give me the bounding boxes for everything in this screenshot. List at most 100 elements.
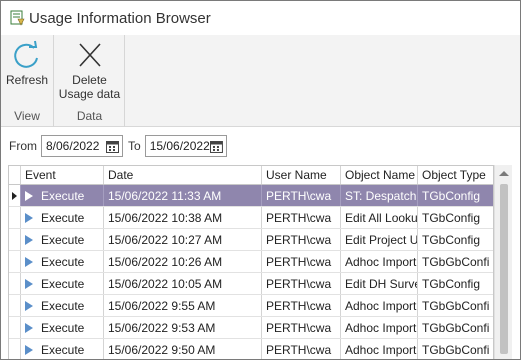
delete-label-line2: Usage data [58,87,121,101]
execute-icon [25,190,33,201]
date-filter-bar: From 8/06/2022 To 15/06/2022 [1,127,520,165]
user-name-cell: PERTH\cwa [262,317,341,338]
object-type-cell: TGbConfig [418,273,493,294]
date-cell: 15/06/2022 10:05 AM [104,273,262,294]
object-name-cell: Edit All Looku [341,207,418,228]
row-indicator [9,207,21,228]
row-indicator [9,295,21,316]
object-name-cell: Adhoc Import [341,339,418,359]
object-name-cell: ST: Despatch I [341,185,418,206]
execute-icon [25,256,33,267]
table-row[interactable]: Execute 15/06/2022 9:55 AM PERTH\cwa Adhoc … [9,295,493,317]
delete-label-line1: Delete [72,73,107,87]
event-cell: Execute [21,251,104,272]
object-name-cell: Edit Project Us [341,229,418,250]
user-name-cell: PERTH\cwa [262,251,341,272]
object-name-cell: Adhoc Import [341,317,418,338]
table-row[interactable]: Execute 15/06/2022 10:27 AM PERTH\cwa Edit … [9,229,493,251]
ribbon: Refresh View Delete Usage data Data [1,35,520,127]
refresh-icon [14,40,38,68]
grid-header: Event Date User Name Object Name Object … [9,166,493,185]
object-type-cell: TGbGbConfi [418,339,493,359]
event-text: Execute [41,210,85,225]
execute-icon [25,322,33,333]
event-cell: Execute [21,339,104,359]
table-row[interactable]: Execute 15/06/2022 9:50 AM PERTH\cwa Adhoc … [9,339,493,359]
date-cell: 15/06/2022 11:33 AM [104,185,262,206]
object-type-cell: TGbGbConfi [418,251,493,272]
user-name-cell: PERTH\cwa [262,229,341,250]
event-cell: Execute [21,229,104,250]
row-indicator [9,229,21,250]
date-cell: 15/06/2022 9:55 AM [104,295,262,316]
execute-icon [25,212,33,223]
object-name-cell: Adhoc Import [341,295,418,316]
row-indicator [9,339,21,359]
user-name-cell: PERTH\cwa [262,273,341,294]
event-cell: Execute [21,295,104,316]
row-indicator [9,317,21,338]
to-date-value: 15/06/2022 [149,139,210,153]
execute-icon [25,300,33,311]
calendar-icon[interactable] [209,140,223,153]
user-name-cell: PERTH\cwa [262,207,341,228]
date-cell: 15/06/2022 10:27 AM [104,229,262,250]
object-type-cell: TGbConfig [418,207,493,228]
table-row[interactable]: Execute 15/06/2022 10:38 AM PERTH\cwa Edit … [9,207,493,229]
calendar-icon[interactable] [106,140,119,153]
table-row[interactable]: Execute 15/06/2022 9:53 AM PERTH\cwa Adhoc … [9,317,493,339]
object-type-cell: TGbConfig [418,185,493,206]
event-text: Execute [41,320,85,335]
object-type-cell: TGbGbConfi [418,295,493,316]
ribbon-group-data: Delete Usage data Data [55,35,125,127]
row-indicator [9,273,21,294]
column-header-user-name[interactable]: User Name [262,166,341,184]
event-cell: Execute [21,273,104,294]
column-header-object-name[interactable]: Object Name [341,166,418,184]
table-row[interactable]: Execute 15/06/2022 10:26 AM PERTH\cwa Adhoc… [9,251,493,273]
execute-icon [25,344,33,355]
refresh-button[interactable]: Refresh [1,39,53,103]
ribbon-group-label-view: View [14,109,40,123]
event-text: Execute [41,254,85,269]
execute-icon [25,234,33,245]
object-type-cell: TGbGbConfi [418,317,493,338]
scroll-up-icon[interactable] [499,171,509,176]
scrollbar-thumb[interactable] [500,184,508,354]
to-date-picker[interactable]: 15/06/2022 [144,135,227,157]
ribbon-group-view: Refresh View [1,35,54,127]
event-cell: Execute [21,317,104,338]
event-text: Execute [41,298,85,313]
from-date-value: 8/06/2022 [46,139,100,153]
window-title: Usage Information Browser [29,9,211,27]
column-header-object-type[interactable]: Object Type [418,166,493,184]
date-cell: 15/06/2022 9:53 AM [104,317,262,338]
user-name-cell: PERTH\cwa [262,295,341,316]
from-label: From [9,139,37,153]
delete-usage-data-button[interactable]: Delete Usage data [55,39,124,103]
object-name-cell: Edit DH Surve [341,273,418,294]
table-row[interactable]: Execute 15/06/2022 10:05 AM PERTH\cwa Edit … [9,273,493,295]
execute-icon [25,278,33,289]
from-date-picker[interactable]: 8/06/2022 [41,135,123,157]
app-icon [9,10,25,26]
user-name-cell: PERTH\cwa [262,339,341,359]
column-header-date[interactable]: Date [104,166,262,184]
event-text: Execute [41,342,85,357]
vertical-scrollbar[interactable] [494,165,512,359]
row-indicator [9,185,21,206]
refresh-label: Refresh [5,73,49,87]
event-cell: Execute [21,207,104,228]
event-text: Execute [41,276,85,291]
date-cell: 15/06/2022 10:38 AM [104,207,262,228]
column-header-event[interactable]: Event [21,166,104,184]
object-type-cell: TGbConfig [418,229,493,250]
event-text: Execute [41,188,85,203]
table-row[interactable]: Execute 15/06/2022 11:33 AM PERTH\cwa ST: D… [9,185,493,207]
event-cell: Execute [21,185,104,206]
to-label: To [128,139,141,153]
close-icon [78,43,101,67]
current-row-icon [12,191,17,200]
row-indicator [9,251,21,272]
ribbon-group-label-data: Data [76,109,103,123]
